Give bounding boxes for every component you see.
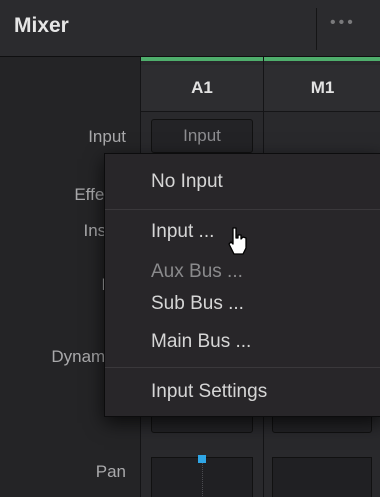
hand-pointer-icon xyxy=(228,227,247,255)
channel-name[interactable]: M1 xyxy=(264,65,380,112)
menu-item-sub-bus[interactable]: Sub Bus ... xyxy=(105,284,380,324)
pan-center-line xyxy=(202,463,203,497)
menu-item-no-input[interactable]: No Input xyxy=(105,162,380,202)
input-select-button[interactable]: Input xyxy=(151,119,253,153)
input-dropdown-menu: No Input Input ... Aux Bus ... Sub Bus .… xyxy=(104,153,380,417)
menu-separator xyxy=(105,367,380,368)
channel-name[interactable]: A1 xyxy=(141,65,263,112)
more-options-icon[interactable]: ••• xyxy=(330,14,356,32)
mixer-panel: Mixer ••• Input Effects Insert EQ Dynami… xyxy=(0,0,380,497)
menu-separator xyxy=(105,209,380,210)
header-divider xyxy=(316,8,317,50)
pan-marker[interactable] xyxy=(198,455,206,463)
channel-color-bar xyxy=(264,57,380,61)
menu-item-input-settings[interactable]: Input Settings xyxy=(105,372,380,412)
channel-color-bar xyxy=(141,57,263,61)
pan-control[interactable] xyxy=(272,457,372,497)
panel-header: Mixer ••• xyxy=(0,0,380,57)
panel-title: Mixer xyxy=(14,14,69,37)
pan-control[interactable] xyxy=(151,455,253,497)
row-label-pan: Pan xyxy=(95,462,126,481)
menu-item-main-bus[interactable]: Main Bus ... xyxy=(105,322,380,362)
row-label-input: Input xyxy=(88,127,126,146)
